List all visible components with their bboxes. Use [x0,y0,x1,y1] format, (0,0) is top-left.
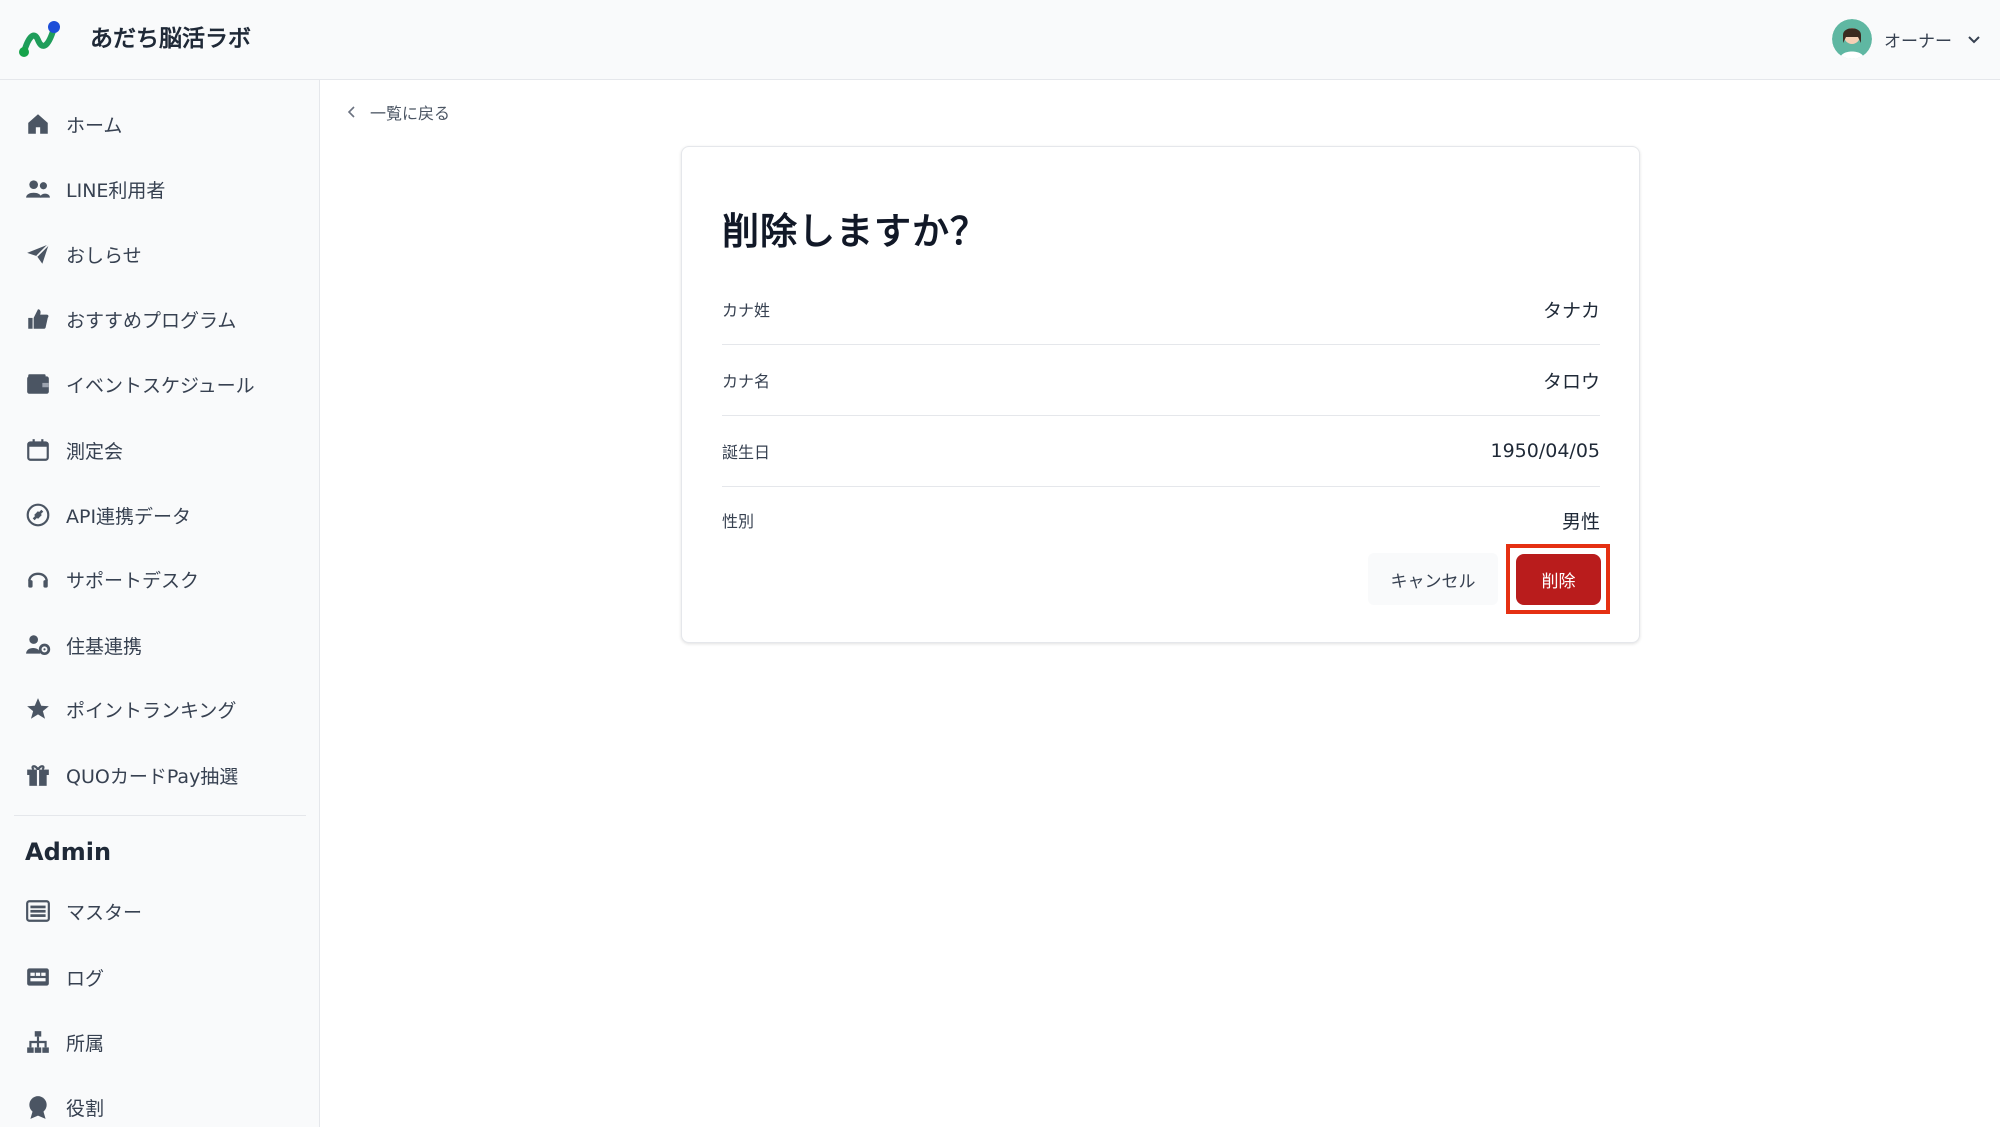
sidebar: ホーム LINE利用者 おしらせ おすすめプログラム イベントスケジュール 測定… [0,80,320,1127]
delete-button[interactable]: 削除 [1516,554,1601,605]
log-icon [24,963,52,991]
calendar-icon [24,436,52,464]
sidebar-item-affiliation[interactable]: 所属 [24,1022,304,1062]
detail-value: タロウ [1542,370,1600,393]
sidebar-item-label: 住基連携 [66,635,143,658]
top-header: あだち脳活ラボ オーナー [0,0,2000,80]
sidebar-item-resident-link[interactable]: 住基連携 [24,625,304,665]
sidebar-item-label: おしらせ [66,244,142,267]
detail-value: タナカ [1542,299,1600,322]
app-title: あだち脳活ラボ [90,26,251,52]
detail-label: 誕生日 [722,443,771,462]
sidebar-item-label: 役割 [66,1097,105,1120]
star-icon [24,695,52,723]
sidebar-item-line-users[interactable]: LINE利用者 [24,169,304,209]
sidebar-item-programs[interactable]: おすすめプログラム [24,299,304,339]
cancel-button[interactable]: キャンセル [1368,553,1498,605]
sidebar-divider [14,815,306,816]
delete-confirm-card: 削除しますか？ カナ姓 タナカ カナ名 タロウ 誕生日 1950/04/05 性… [681,146,1640,643]
sidebar-item-support-desk[interactable]: サポートデスク [24,559,304,599]
thumbs-up-icon [24,305,52,333]
app-logo-icon[interactable] [18,18,62,62]
sidebar-item-label: ホーム [66,114,123,137]
chevron-left-icon [347,106,355,118]
paper-plane-icon [24,240,52,268]
sidebar-item-label: ポイントランキング [66,699,237,722]
sidebar-item-label: LINE利用者 [66,179,166,202]
sidebar-item-event-schedule[interactable]: イベントスケジュール [24,364,304,404]
plug-circle-icon [24,501,52,529]
badge-icon [24,1093,52,1121]
sidebar-item-log[interactable]: ログ [24,957,304,997]
detail-label: カナ姓 [722,301,771,320]
chevron-down-icon[interactable] [1966,31,1982,47]
detail-row-kana-first: カナ名 タロウ [722,345,1600,416]
list-icon [24,897,52,925]
org-chart-icon [24,1028,52,1056]
headset-icon [24,565,52,593]
sidebar-item-label: サポートデスク [66,569,200,592]
gift-icon [24,761,52,789]
sidebar-item-point-ranking[interactable]: ポイントランキング [24,689,304,729]
user-gear-icon [24,631,52,659]
wallet-icon [24,370,52,398]
back-to-list-link[interactable]: 一覧に戻る [344,98,450,126]
sidebar-item-label: API連携データ [66,505,192,528]
sidebar-item-label: マスター [66,901,143,924]
sidebar-item-label: 測定会 [66,440,124,463]
detail-row-birthdate: 誕生日 1950/04/05 [722,416,1600,487]
sidebar-item-api-data[interactable]: API連携データ [24,495,304,535]
users-icon [24,175,52,203]
admin-section-title: Admin [25,838,112,866]
detail-label: 性別 [722,512,755,531]
sidebar-item-label: イベントスケジュール [66,374,255,397]
sidebar-item-measurement[interactable]: 測定会 [24,430,304,470]
sidebar-item-quo-lottery[interactable]: QUOカードPay抽選 [24,755,304,795]
home-icon [24,110,52,138]
sidebar-item-label: QUOカードPay抽選 [66,765,239,788]
user-name: オーナー [1884,31,1952,52]
detail-row-kana-last: カナ姓 タナカ [722,274,1600,345]
sidebar-item-master[interactable]: マスター [24,891,304,931]
user-menu[interactable]: オーナー [1832,18,1982,60]
sidebar-item-label: ログ [66,967,105,990]
sidebar-item-news[interactable]: おしらせ [24,234,304,274]
dialog-title: 削除しますか？ [722,210,988,253]
sidebar-item-role[interactable]: 役割 [24,1087,304,1127]
detail-value: 1950/04/05 [1490,440,1600,462]
detail-value: 男性 [1561,510,1600,533]
back-link-label: 一覧に戻る [370,104,451,123]
sidebar-item-label: おすすめプログラム [66,309,237,332]
detail-row-gender: 性別 男性 [722,487,1600,553]
sidebar-item-home[interactable]: ホーム [24,104,304,144]
avatar[interactable] [1832,19,1872,59]
detail-label: カナ名 [722,372,771,391]
sidebar-item-label: 所属 [66,1032,105,1055]
